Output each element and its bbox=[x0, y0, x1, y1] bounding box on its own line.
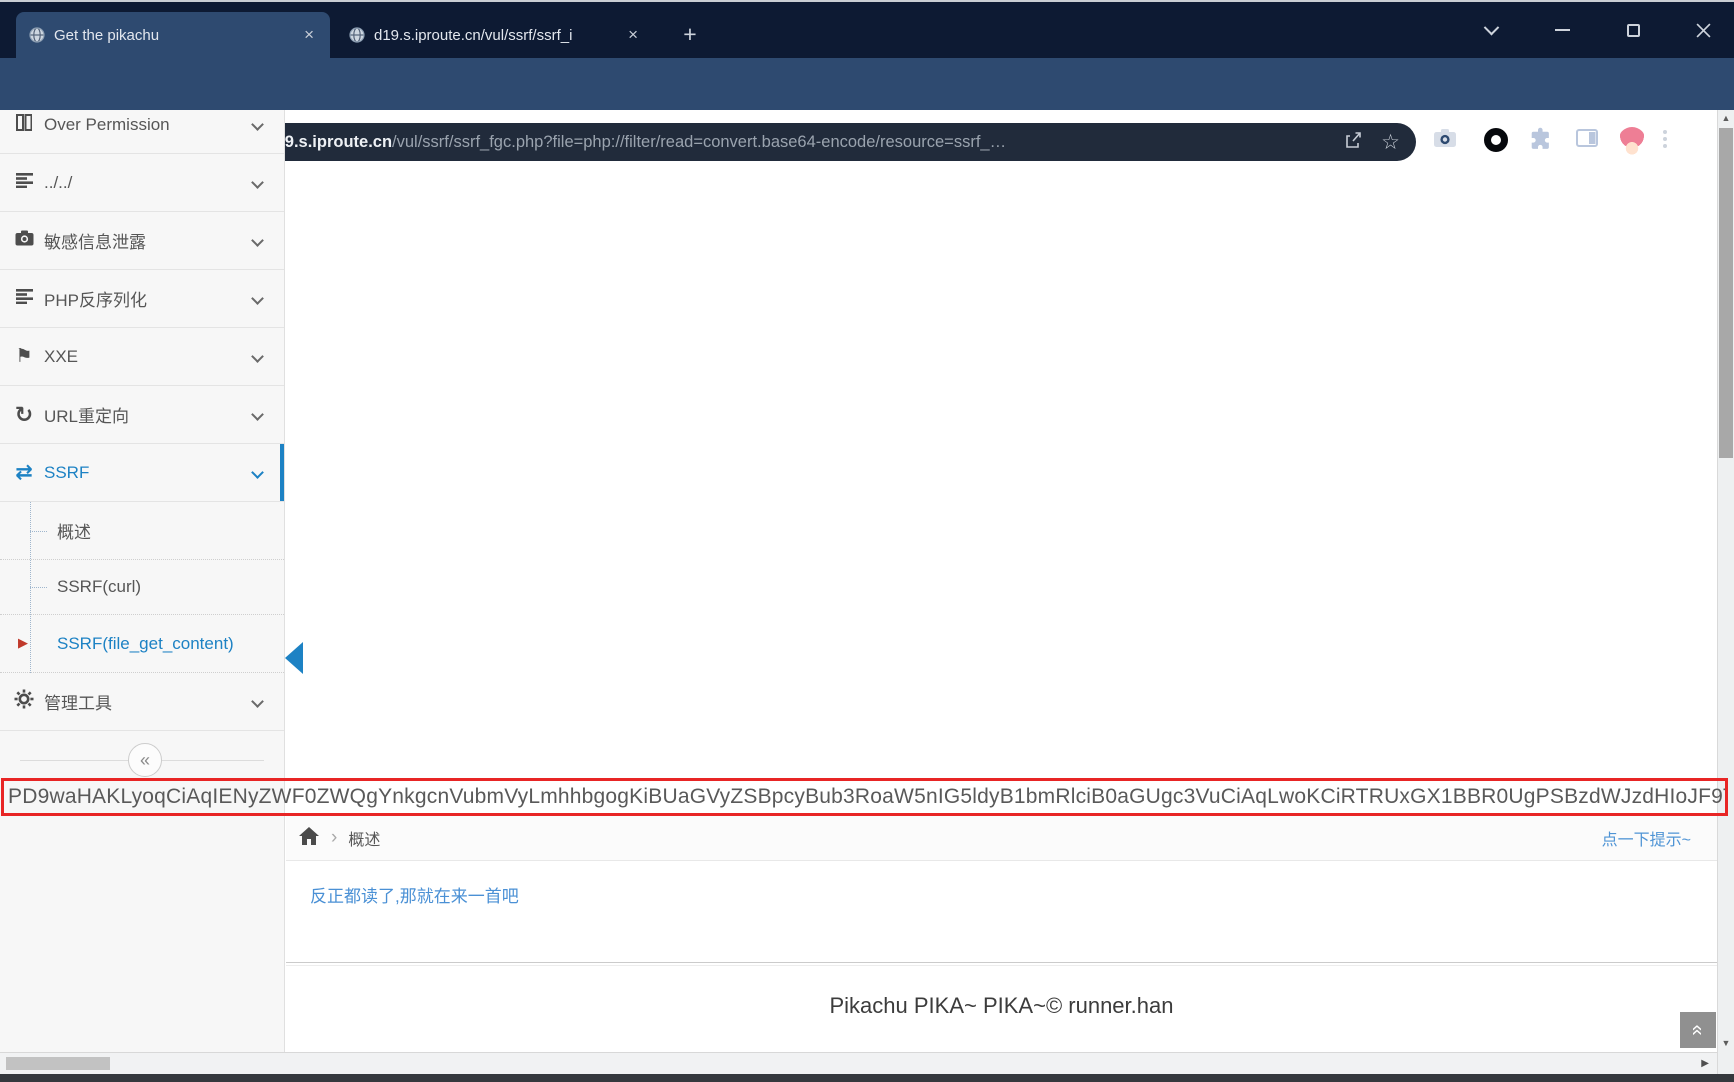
minimize-button[interactable] bbox=[1549, 18, 1575, 42]
sidebar-item-xxe[interactable]: ⚑ XXE bbox=[0, 328, 284, 386]
sidebar-item-label: PHP反序列化 bbox=[44, 286, 253, 311]
maximize-button[interactable] bbox=[1620, 18, 1646, 42]
sidebar-item-label: URL重定向 bbox=[44, 402, 253, 427]
breadcrumb-page: 概述 bbox=[348, 826, 380, 850]
chevron-down-icon bbox=[251, 292, 264, 305]
share-icon[interactable] bbox=[1343, 130, 1363, 155]
chevron-down-icon bbox=[251, 695, 264, 708]
chevron-down-icon bbox=[251, 350, 264, 363]
browser-menu-icon[interactable] bbox=[1663, 130, 1667, 148]
sidebar-item-url-redirect[interactable]: ↻ URL重定向 bbox=[0, 386, 284, 444]
scroll-to-top-button[interactable]: « bbox=[1680, 1012, 1716, 1048]
sidebar-item-label: ../../ bbox=[44, 173, 253, 193]
window-top-edge bbox=[0, 0, 1734, 2]
chevron-down-icon bbox=[251, 234, 264, 247]
breadcrumb-separator: › bbox=[331, 827, 337, 849]
sidebar: Over Permission ../../ 敏感信息泄露 PHP反序列化 ⚑ … bbox=[0, 110, 285, 1052]
sidebar-item-label: Over Permission bbox=[44, 115, 253, 135]
content-divider bbox=[286, 962, 1717, 966]
poem-link[interactable]: 反正都读了,那就在来一首吧 bbox=[310, 882, 519, 907]
chevron-down-icon bbox=[251, 118, 264, 131]
browser-toolbar: ← → ↻ 不安全 d19.s.iproute.cn/vul/ssrf/ssrf… bbox=[0, 58, 1734, 110]
tab-search-chevron-icon[interactable] bbox=[1478, 18, 1504, 42]
tab-d19-site[interactable]: d19.s.iproute.cn/vul/ssrf/ssrf_i × bbox=[336, 12, 654, 58]
new-tab-button[interactable]: + bbox=[676, 22, 704, 48]
breadcrumb: › 概述 点一下提示~ bbox=[286, 816, 1717, 861]
sidebar-item-over-permission[interactable]: Over Permission bbox=[0, 110, 284, 154]
url-text: d19.s.iproute.cn/vul/ssrf/ssrf_fgc.php?f… bbox=[266, 133, 1326, 152]
horizontal-scrollbar[interactable]: ▶ bbox=[0, 1052, 1717, 1074]
url-path: /vul/ssrf/ssrf_fgc.php?file=php://filter… bbox=[392, 133, 1006, 151]
vertical-scrollbar-thumb[interactable] bbox=[1719, 128, 1733, 458]
align-left-icon bbox=[12, 289, 36, 309]
refresh-icon: ↻ bbox=[12, 402, 36, 428]
scroll-down-icon[interactable]: ▼ bbox=[1718, 1038, 1734, 1048]
sidebar-item-dotdotslash[interactable]: ../../ bbox=[0, 154, 284, 212]
active-submenu-marker-icon: ▶ bbox=[18, 635, 28, 651]
submenu-item-label: SSRF(curl) bbox=[57, 577, 141, 597]
vertical-scrollbar[interactable]: ▲ ▼ bbox=[1717, 110, 1734, 1074]
sidebar-item-ssrf[interactable]: ⇄ SSRF bbox=[0, 444, 284, 502]
camera-icon bbox=[12, 230, 36, 251]
circle-extension-icon[interactable] bbox=[1484, 128, 1508, 152]
sidebar-item-label: XXE bbox=[44, 347, 253, 367]
submenu-connector bbox=[30, 531, 47, 532]
profile-avatar[interactable] bbox=[1618, 127, 1646, 155]
submenu-item-label: 概述 bbox=[57, 518, 91, 543]
base64-output-box: PD9waHAKLyoqCiAqIENyZWF0ZWQgYnkgcnVubmVy… bbox=[1, 778, 1728, 816]
close-window-button[interactable] bbox=[1690, 18, 1716, 42]
flag-icon: ⚑ bbox=[12, 345, 36, 368]
submenu-connector bbox=[30, 587, 47, 588]
bookmark-star-icon[interactable]: ☆ bbox=[1381, 132, 1400, 153]
sidebar-collapse-button[interactable]: « bbox=[128, 743, 162, 777]
align-left-icon bbox=[12, 173, 36, 193]
titlebar: Get the pikachu × d19.s.iproute.cn/vul/s… bbox=[0, 0, 1734, 58]
globe-icon bbox=[348, 26, 366, 44]
globe-icon bbox=[28, 26, 46, 44]
extensions-puzzle-icon[interactable] bbox=[1530, 126, 1554, 155]
close-tab-icon[interactable]: × bbox=[624, 25, 642, 45]
footer-copyright: Pikachu PIKA~ PIKA~© runner.han bbox=[286, 993, 1717, 1019]
browser-window: Get the pikachu × d19.s.iproute.cn/vul/s… bbox=[0, 0, 1734, 1082]
chevron-down-icon bbox=[251, 176, 264, 189]
url-bar[interactable]: 不安全 d19.s.iproute.cn/vul/ssrf/ssrf_fgc.p… bbox=[150, 123, 1416, 161]
scroll-up-icon[interactable]: ▲ bbox=[1718, 113, 1734, 123]
gear-icon bbox=[12, 689, 36, 714]
close-tab-icon[interactable]: × bbox=[300, 25, 318, 45]
sidebar-item-label: 敏感信息泄露 bbox=[44, 228, 253, 253]
sidebar-item-sensitive-info[interactable]: 敏感信息泄露 bbox=[0, 212, 284, 270]
sidebar-item-php-deserialization[interactable]: PHP反序列化 bbox=[0, 270, 284, 328]
scroll-right-icon[interactable]: ▶ bbox=[1701, 1058, 1709, 1069]
home-icon[interactable] bbox=[298, 826, 320, 851]
hint-link[interactable]: 点一下提示~ bbox=[1602, 826, 1691, 850]
active-item-pointer bbox=[285, 642, 303, 674]
sidebar-item-label: SSRF bbox=[44, 463, 253, 483]
submenu-item-ssrf-file-get-content[interactable]: ▶ SSRF(file_get_content) bbox=[0, 615, 284, 673]
submenu-item-ssrf-curl[interactable]: SSRF(curl) bbox=[0, 560, 284, 615]
chevron-down-icon bbox=[251, 408, 264, 421]
tab-get-the-pikachu[interactable]: Get the pikachu × bbox=[16, 12, 330, 58]
chevron-down-icon bbox=[251, 466, 264, 479]
submenu-item-label: SSRF(file_get_content) bbox=[57, 634, 234, 654]
window-bottom-edge bbox=[0, 1074, 1734, 1082]
columns-icon bbox=[12, 114, 36, 136]
exchange-icon: ⇄ bbox=[12, 460, 36, 485]
sidebar-item-label: 管理工具 bbox=[44, 689, 253, 714]
tab-title: Get the pikachu bbox=[54, 27, 290, 44]
base64-output-text: PD9waHAKLyoqCiAqIENyZWF0ZWQgYnkgcnVubmVy… bbox=[4, 781, 1725, 812]
screenshot-extension-icon[interactable] bbox=[1432, 126, 1458, 155]
side-panel-icon[interactable] bbox=[1576, 129, 1598, 152]
horizontal-scrollbar-thumb[interactable] bbox=[6, 1057, 110, 1070]
sidebar-item-admin-tools[interactable]: 管理工具 bbox=[0, 673, 284, 731]
submenu-item-overview[interactable]: 概述 bbox=[0, 502, 284, 560]
tab-title: d19.s.iproute.cn/vul/ssrf/ssrf_i bbox=[374, 27, 614, 44]
